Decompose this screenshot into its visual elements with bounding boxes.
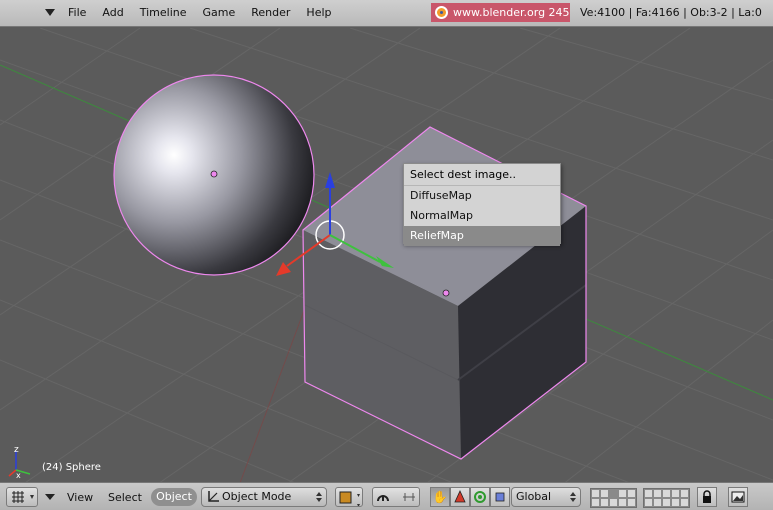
view-menu[interactable]: View [67,491,93,504]
layer-buttons-11-20[interactable] [643,488,690,508]
viewport-canvas: z x [0,28,773,482]
collapse-menus-icon[interactable] [44,493,56,501]
select-menu[interactable]: Select [108,491,142,504]
menu-file[interactable]: File [68,6,86,19]
lock-icon[interactable] [697,487,717,507]
mode-label: Object Mode [222,490,292,503]
editor-type-button[interactable] [6,487,38,507]
active-object-info: (24) Sphere [42,462,101,473]
mode-selector[interactable]: Object Mode [201,487,327,507]
website-link[interactable]: www.blender.org 245 [431,3,570,22]
popup-item-reliefmap[interactable]: ReliefMap [404,226,560,246]
main-menu: File Add Timeline Game Render Help [68,6,348,19]
cube-icon [339,491,360,507]
popup-title: Select dest image.. [404,164,560,186]
header-collapse-icon[interactable] [45,9,55,16]
scene-stats: Ve:4100 | Fa:4166 | Ob:3-2 | La:0 [580,6,762,19]
sphere-object[interactable] [113,74,315,276]
translate-manipulator-icon[interactable] [450,487,470,507]
orientation-label: Global [516,490,552,503]
menu-help[interactable]: Help [306,6,331,19]
3d-viewport[interactable]: z x (24) Sphere [0,28,773,482]
orientation-dropdown-arrow-icon [570,492,576,502]
menu-render[interactable]: Render [251,6,290,19]
popup-item-diffusemap[interactable]: DiffuseMap [404,186,560,206]
axis-z-label: z [14,445,19,455]
scale-manipulator-icon[interactable] [490,487,510,507]
orientation-gizmo: z x [8,445,31,480]
blender-logo-icon [435,6,448,19]
popup-item-normalmap[interactable]: NormalMap [404,206,560,226]
rotate-manipulator-icon[interactable] [470,487,490,507]
mode-dropdown-arrow-icon [316,492,322,502]
object-menu[interactable]: Object [151,488,197,506]
3d-view-header: View Select Object Object Mode ✋ Global [0,482,773,510]
menu-timeline[interactable]: Timeline [140,6,187,19]
pivot-icon [377,493,415,502]
transform-orientation-select[interactable]: Global [511,487,581,507]
top-header: File Add Timeline Game Render Help www.b… [0,0,773,27]
pivot-button[interactable] [372,487,420,507]
grid-icon [12,491,34,503]
hand-icon[interactable]: ✋ [430,487,450,507]
object-mode-icon [208,491,219,502]
menu-game[interactable]: Game [203,6,236,19]
image-icon[interactable] [728,487,748,507]
draw-type-button[interactable] [335,487,363,507]
axis-x-label: x [16,471,21,480]
layer-buttons-1-10[interactable] [590,488,637,508]
select-dest-image-popup: Select dest image.. DiffuseMap NormalMap… [403,163,561,246]
website-label: www.blender.org 245 [453,6,570,19]
menu-add[interactable]: Add [102,6,123,19]
